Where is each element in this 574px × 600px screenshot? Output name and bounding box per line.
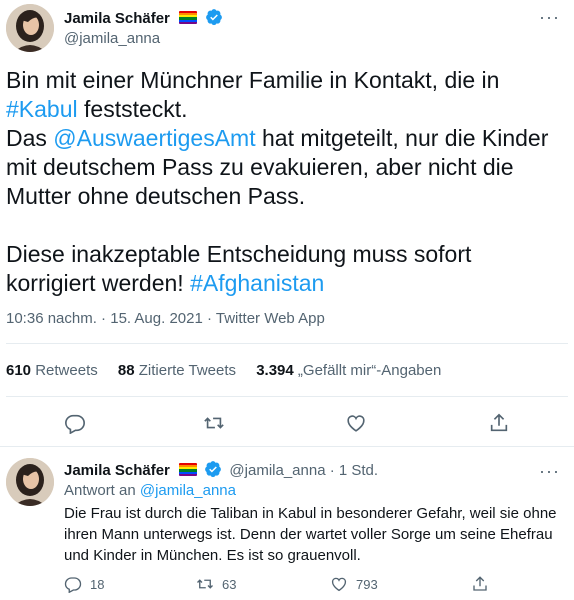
reply-to: Antwort an @jamila_anna bbox=[64, 482, 236, 499]
avatar[interactable] bbox=[6, 4, 54, 52]
author-name[interactable]: Jamila Schäfer bbox=[64, 10, 170, 27]
reply-icon bbox=[64, 577, 82, 593]
author-header: Jamila Schäfer bbox=[64, 8, 223, 28]
reply-button[interactable] bbox=[64, 412, 86, 434]
reply-to-label: Antwort an bbox=[64, 482, 140, 499]
reply-button[interactable]: 18 bbox=[64, 575, 104, 593]
divider bbox=[6, 343, 568, 344]
retweets-stat[interactable]: 610 Retweets bbox=[6, 362, 98, 379]
reply-author-name[interactable]: Jamila Schäfer bbox=[64, 462, 170, 479]
like-icon bbox=[347, 415, 365, 432]
retweet-icon bbox=[204, 417, 224, 429]
tweet-text-line1: Bin mit einer Münchner Familie in Kontak… bbox=[6, 67, 500, 93]
reply-count: 18 bbox=[90, 576, 105, 592]
retweet-button[interactable] bbox=[203, 412, 225, 434]
reply-handle-time[interactable]: @jamila_anna · 1 Std. bbox=[229, 462, 378, 479]
mention-auswaertigesamt[interactable]: @AuswaertigesAmt bbox=[53, 125, 255, 151]
share-button[interactable] bbox=[471, 575, 489, 593]
share-icon bbox=[490, 413, 508, 432]
like-button[interactable] bbox=[345, 412, 367, 434]
divider bbox=[6, 396, 568, 397]
tweet-timestamp[interactable]: 10:36 nachm. · 15. Aug. 2021 · Twitter W… bbox=[6, 310, 325, 327]
author-handle[interactable]: @jamila_anna bbox=[64, 30, 160, 47]
tweet-text-line3-start: Das bbox=[6, 125, 54, 151]
more-icon[interactable]: ··· bbox=[539, 8, 560, 26]
verified-icon bbox=[205, 9, 222, 26]
like-icon bbox=[331, 577, 347, 592]
retweet-button[interactable]: 63 bbox=[196, 575, 236, 593]
like-count: 793 bbox=[356, 576, 378, 592]
hashtag-afghanistan[interactable]: #Afghanistan bbox=[190, 270, 324, 296]
share-icon bbox=[473, 576, 487, 591]
more-icon[interactable]: ··· bbox=[539, 462, 560, 480]
retweet-icon bbox=[197, 579, 213, 589]
hashtag-kabul[interactable]: #Kabul bbox=[6, 96, 78, 122]
retweet-count: 63 bbox=[222, 576, 237, 592]
quotes-stat[interactable]: 88 Zitierte Tweets bbox=[118, 362, 236, 379]
rainbow-flag-icon bbox=[179, 463, 198, 476]
tweet-stats: 610 Retweets 88 Zitierte Tweets 3.394 „G… bbox=[6, 362, 457, 379]
avatar[interactable] bbox=[6, 458, 54, 506]
reply-to-handle[interactable]: @jamila_anna bbox=[140, 482, 236, 499]
reply-text: Die Frau ist durch die Taliban in Kabul … bbox=[64, 505, 557, 564]
like-button[interactable]: 793 bbox=[330, 575, 378, 593]
tweet-text: Bin mit einer Münchner Familie in Kontak… bbox=[6, 66, 566, 298]
share-button[interactable] bbox=[488, 412, 510, 434]
tweet-text-line2: feststeckt. bbox=[77, 96, 188, 122]
divider bbox=[0, 446, 574, 447]
reply-icon bbox=[65, 414, 85, 434]
likes-stat[interactable]: 3.394 „Gefällt mir“-Angaben bbox=[256, 362, 441, 379]
reply-header: Jamila Schäfer @jamila_anna · 1 Std. bbox=[64, 460, 378, 479]
verified-icon bbox=[205, 461, 222, 478]
rainbow-flag-icon bbox=[179, 11, 198, 24]
